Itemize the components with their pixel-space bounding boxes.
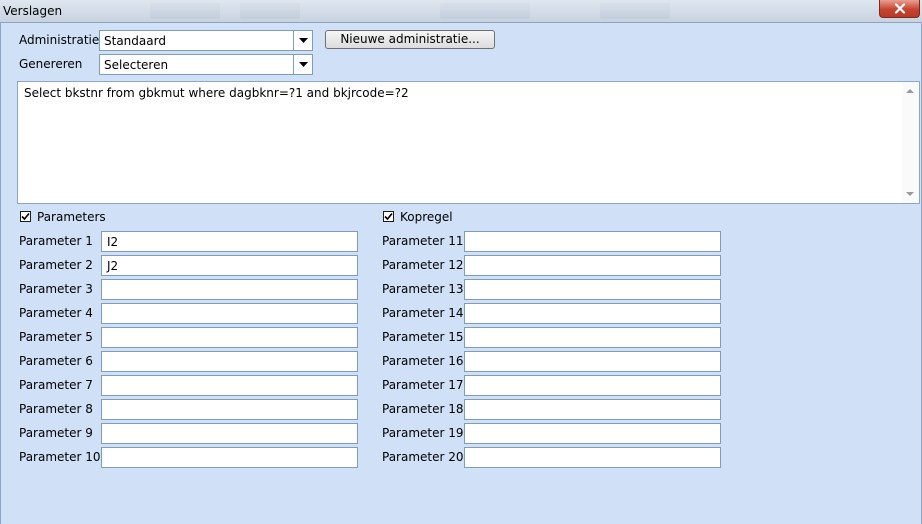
parameter-input[interactable] — [101, 327, 358, 348]
background-window-ghost — [600, 3, 670, 19]
parameter-label: Parameter 3 — [19, 282, 93, 296]
parameter-label: Parameter 17 — [382, 378, 464, 392]
parameter-label: Parameter 16 — [382, 354, 464, 368]
parameters-checkbox[interactable] — [20, 211, 31, 222]
administratie-select[interactable]: Standaard — [99, 30, 313, 51]
genereren-select[interactable]: Selecteren — [99, 54, 313, 75]
parameter-input[interactable] — [101, 447, 358, 468]
report-window: Administratie Standaard Nieuwe administr… — [0, 23, 922, 524]
vertical-scrollbar[interactable] — [902, 82, 919, 203]
kopregel-checkbox[interactable] — [383, 211, 394, 222]
parameter-label: Parameter 6 — [19, 354, 93, 368]
parameter-input[interactable] — [464, 399, 721, 420]
parameter-input[interactable] — [464, 303, 721, 324]
parameter-value: J2 — [107, 259, 119, 273]
parameter-label: Parameter 5 — [19, 330, 93, 344]
parameter-input[interactable] — [101, 375, 358, 396]
close-icon — [894, 3, 905, 14]
parameter-input[interactable] — [464, 375, 721, 396]
title-bar: Verslagen — [0, 0, 922, 23]
parameter-input[interactable] — [464, 423, 721, 444]
background-window-ghost — [240, 3, 300, 19]
nieuwe-administratie-button[interactable]: Nieuwe administratie... — [325, 30, 495, 49]
parameter-input[interactable] — [101, 279, 358, 300]
parameter-label: Parameter 20 — [382, 450, 464, 464]
parameters-checkbox-label: Parameters — [37, 210, 106, 224]
parameter-input[interactable] — [464, 447, 721, 468]
parameter-input[interactable] — [101, 399, 358, 420]
parameter-label: Parameter 11 — [382, 234, 464, 248]
parameter-input[interactable] — [464, 351, 721, 372]
parameter-input[interactable]: I2 — [101, 231, 358, 252]
parameter-label: Parameter 13 — [382, 282, 464, 296]
administratie-value: Standaard — [104, 34, 166, 48]
parameter-label: Parameter 12 — [382, 258, 464, 272]
parameter-label: Parameter 4 — [19, 306, 93, 320]
kopregel-checkbox-label: Kopregel — [400, 210, 453, 224]
genereren-label: Genereren — [19, 57, 83, 71]
chevron-down-icon[interactable] — [293, 55, 312, 74]
background-window-ghost — [150, 3, 220, 19]
parameter-input[interactable] — [464, 231, 721, 252]
parameter-value: I2 — [107, 235, 119, 249]
close-button[interactable] — [879, 0, 920, 18]
parameter-label: Parameter 18 — [382, 402, 464, 416]
check-icon — [21, 212, 30, 221]
parameter-label: Parameter 1 — [19, 234, 93, 248]
genereren-value: Selecteren — [104, 58, 169, 72]
sql-query-text: Select bkstnr from gbkmut where dagbknr=… — [24, 86, 409, 100]
parameter-input[interactable] — [101, 303, 358, 324]
parameter-input[interactable] — [464, 255, 721, 276]
parameter-label: Parameter 9 — [19, 426, 93, 440]
parameter-label: Parameter 19 — [382, 426, 464, 440]
window-title: Verslagen — [3, 4, 63, 18]
parameter-label: Parameter 7 — [19, 378, 93, 392]
parameter-label: Parameter 10 — [19, 450, 101, 464]
parameter-label: Parameter 15 — [382, 330, 464, 344]
scroll-down-icon[interactable] — [906, 192, 914, 196]
parameter-input[interactable] — [101, 351, 358, 372]
parameter-input[interactable]: J2 — [101, 255, 358, 276]
administratie-label: Administratie — [19, 33, 100, 47]
chevron-down-icon[interactable] — [293, 31, 312, 50]
parameter-input[interactable] — [101, 423, 358, 444]
background-window-ghost — [440, 3, 530, 19]
parameter-label: Parameter 14 — [382, 306, 464, 320]
parameter-label: Parameter 8 — [19, 402, 93, 416]
scroll-up-icon[interactable] — [906, 89, 914, 93]
parameter-input[interactable] — [464, 327, 721, 348]
sql-query-textarea[interactable]: Select bkstnr from gbkmut where dagbknr=… — [17, 81, 920, 204]
parameter-input[interactable] — [464, 279, 721, 300]
parameter-label: Parameter 2 — [19, 258, 93, 272]
check-icon — [384, 212, 393, 221]
